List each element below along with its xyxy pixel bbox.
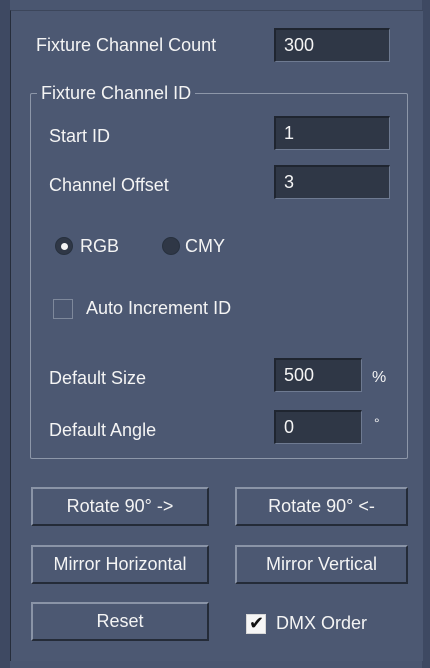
rotate-clockwise-button[interactable]: Rotate 90° ->	[31, 487, 209, 526]
default-angle-label: Default Angle	[49, 420, 157, 440]
reset-button[interactable]: Reset	[31, 602, 209, 641]
start-id-label: Start ID	[49, 126, 111, 146]
rotate-counterclockwise-button[interactable]: Rotate 90° <-	[235, 487, 408, 526]
mirror-horizontal-button[interactable]: Mirror Horizontal	[31, 545, 209, 584]
auto-increment-label[interactable]: Auto Increment ID	[86, 297, 231, 319]
dmx-order-label[interactable]: DMX Order	[276, 612, 367, 634]
rgb-radio-label[interactable]: RGB	[80, 235, 119, 257]
default-angle-input[interactable]: 0	[274, 410, 362, 444]
default-size-unit: %	[372, 369, 387, 386]
channel-count-input[interactable]: 300	[274, 28, 390, 62]
window-frame-right	[422, 0, 430, 668]
rgb-radio[interactable]	[55, 237, 73, 255]
default-size-label: Default Size	[49, 368, 147, 388]
auto-increment-checkbox[interactable]	[53, 299, 73, 319]
cmy-radio-label[interactable]: CMY	[185, 235, 225, 257]
cmy-radio[interactable]	[162, 237, 180, 255]
channel-count-label: Fixture Channel Count	[36, 35, 217, 55]
group-title: Fixture Channel ID	[41, 83, 192, 103]
mirror-vertical-button[interactable]: Mirror Vertical	[235, 545, 408, 584]
dmx-order-checkbox[interactable]: ✔	[246, 613, 266, 634]
channel-offset-label: Channel Offset	[49, 175, 169, 195]
radio-selected-dot	[61, 243, 68, 250]
channel-offset-input[interactable]: 3	[274, 165, 390, 199]
start-id-input[interactable]: 1	[274, 116, 390, 150]
window-frame-left	[0, 0, 10, 668]
default-angle-unit: °	[374, 415, 380, 431]
checkmark-icon: ✔	[249, 613, 265, 633]
default-size-input[interactable]: 500	[274, 358, 362, 392]
